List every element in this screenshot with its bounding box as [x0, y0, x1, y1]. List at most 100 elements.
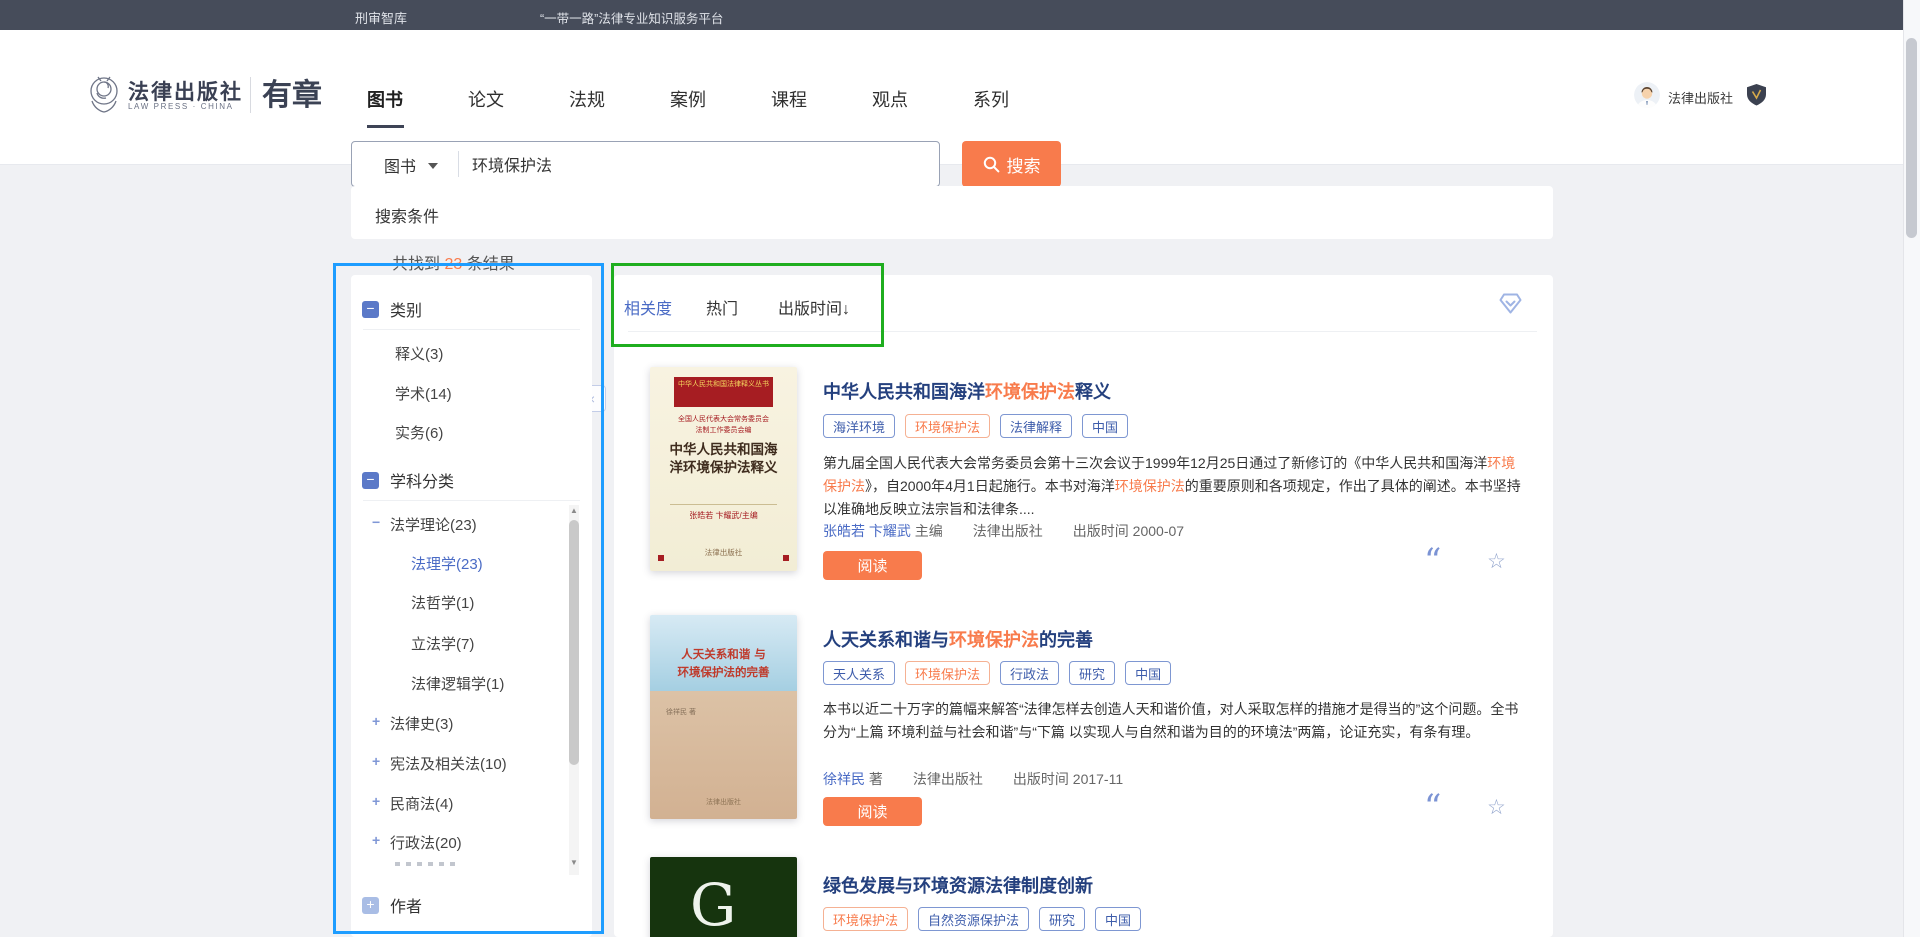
tag[interactable]: 研究	[1069, 661, 1115, 685]
tag[interactable]: 海洋环境	[823, 414, 895, 438]
cover-title: 人天关系和谐 与环境保护法的完善	[650, 645, 797, 682]
book-description: 第九届全国人民代表大会常务委员会第十三次会议于1999年12月25日通过了新修订…	[823, 452, 1525, 522]
author-link[interactable]: 卞耀武	[869, 523, 911, 539]
nav-tab-opinions[interactable]: 观点	[872, 86, 908, 112]
sort-tab-popular[interactable]: 热门	[706, 295, 738, 319]
chevron-down-icon	[428, 163, 438, 169]
book-title[interactable]: 人天关系和谐与环境保护法的完善	[823, 626, 1093, 652]
tree-node-xianfa[interactable]: +宪法及相关法(10)	[372, 753, 507, 774]
nav-active-underline	[367, 125, 404, 128]
tag[interactable]: 法律解释	[1000, 414, 1072, 438]
expand-icon[interactable]: +	[372, 793, 385, 814]
search-button[interactable]: 搜索	[962, 141, 1061, 187]
tag[interactable]: 中国	[1082, 414, 1128, 438]
tree-node-minshangfa[interactable]: +民商法(4)	[372, 793, 453, 814]
facet-item-shiwu[interactable]: 实务(6)	[395, 422, 443, 443]
tag-highlighted[interactable]: 环境保护法	[905, 661, 990, 685]
tree-node-faxuelilun[interactable]: −法学理论(23)	[372, 514, 477, 535]
book-title[interactable]: 中华人民共和国海洋环境保护法释义	[823, 378, 1111, 404]
facet-section-title: 学科分类	[390, 468, 454, 492]
nav-tab-papers[interactable]: 论文	[468, 86, 504, 112]
facet-tree-scrollbar-thumb[interactable]	[569, 520, 579, 765]
search-category-select[interactable]: 图书	[384, 153, 416, 177]
page: 刑审智库 “一带一路”法律专业知识服务平台 法律出版社 LAW PRESS · …	[0, 0, 1920, 937]
logo-divider	[250, 77, 251, 113]
user-avatar[interactable]	[1634, 82, 1660, 108]
facet-item-xueshu[interactable]: 学术(14)	[395, 383, 452, 404]
publisher: 法律出版社	[913, 771, 983, 787]
facet-section-subject[interactable]: − 学科分类	[362, 468, 454, 492]
favorite-star-icon[interactable]: ☆	[1487, 549, 1506, 574]
tag-highlighted[interactable]: 环境保护法	[823, 907, 908, 931]
results-count: 23	[444, 256, 462, 273]
collapse-icon[interactable]: −	[362, 301, 379, 318]
search-divider	[458, 151, 459, 177]
gem-filter-icon[interactable]	[1499, 293, 1522, 314]
collapse-icon[interactable]: −	[362, 472, 379, 489]
tree-node-falvshi[interactable]: +法律史(3)	[372, 713, 453, 734]
cover-series-banner: 中华人民共和国法律释义丛书	[674, 377, 773, 407]
page-scrollbar-thumb[interactable]	[1906, 38, 1917, 238]
divider	[363, 329, 580, 330]
logo-product-name: 有章	[262, 70, 322, 114]
user-name[interactable]: 法律出版社	[1668, 88, 1733, 107]
expand-icon[interactable]: +	[372, 713, 385, 734]
author-link[interactable]: 张皓若	[823, 523, 865, 539]
search-conditions-bar: 搜索条件 关键词：环境保护法 × 学科分类：法理学 × 清空 订阅	[351, 186, 1553, 239]
scroll-down-icon[interactable]: ▼	[570, 858, 578, 867]
nav-tab-regulations[interactable]: 法规	[569, 86, 605, 112]
nav-tab-courses[interactable]: 课程	[771, 86, 807, 112]
tree-node-falixue-selected[interactable]: 法理学(23)	[411, 553, 483, 574]
quote-icon[interactable]: “	[1424, 551, 1441, 571]
expand-icon[interactable]: +	[362, 897, 379, 914]
topbar-link-xingshen[interactable]: 刑审智库	[355, 8, 407, 27]
cover-letter: G	[690, 871, 736, 937]
book-cover[interactable]: 中华人民共和国法律释义丛书 全国人民代表大会常务委员会法制工作委员会编 中华人民…	[650, 367, 797, 571]
cover-series-editor: 全国人民代表大会常务委员会法制工作委员会编	[650, 415, 797, 436]
read-button[interactable]: 阅读	[823, 797, 922, 826]
tag[interactable]: 天人关系	[823, 661, 895, 685]
facet-section-category[interactable]: − 类别	[362, 297, 422, 321]
main-nav: 图书 论文 法规 案例 课程 观点 系列	[367, 86, 1009, 112]
tree-node-faluluojixue[interactable]: 法律逻辑学(1)	[411, 673, 504, 694]
scroll-up-icon[interactable]: ▲	[570, 506, 578, 515]
search-button-label: 搜索	[1007, 152, 1041, 177]
divider	[363, 500, 580, 501]
book-description: 本书以近二十万字的篇幅来解答“法律怎样去创造人天和谐价值，对人采取怎样的措施才是…	[823, 698, 1525, 770]
quote-icon[interactable]: “	[1424, 797, 1441, 817]
tag[interactable]: 中国	[1095, 907, 1141, 931]
results-summary: 共找到 23 条结果	[392, 250, 515, 274]
tag[interactable]: 中国	[1125, 661, 1171, 685]
favorite-star-icon[interactable]: ☆	[1487, 795, 1506, 820]
facet-section-title: 类别	[390, 297, 422, 321]
tag-highlighted[interactable]: 环境保护法	[905, 414, 990, 438]
tag[interactable]: 自然资源保护法	[918, 907, 1029, 931]
sort-tab-relevance[interactable]: 相关度	[624, 295, 672, 319]
expand-icon[interactable]: +	[372, 753, 385, 774]
topbar-link-belt-road[interactable]: “一带一路”法律专业知识服务平台	[540, 8, 723, 27]
expand-icon[interactable]: +	[372, 832, 385, 853]
search-icon	[983, 156, 1000, 173]
tag[interactable]: 研究	[1039, 907, 1085, 931]
publisher: 法律出版社	[973, 523, 1043, 539]
nav-tab-series[interactable]: 系列	[973, 86, 1009, 112]
facet-item-shiyi[interactable]: 释义(3)	[395, 343, 443, 364]
tree-node-lifaxue[interactable]: 立法学(7)	[411, 633, 474, 654]
book-meta: 徐祥民 著法律出版社出版时间 2017-11	[823, 769, 1123, 789]
tag[interactable]: 行政法	[1000, 661, 1059, 685]
facet-section-author[interactable]: + 作者	[362, 893, 422, 917]
pub-date: 2017-11	[1073, 771, 1123, 787]
nav-tab-books[interactable]: 图书	[367, 86, 403, 112]
author-link[interactable]: 徐祥民	[823, 771, 865, 787]
read-button[interactable]: 阅读	[823, 551, 922, 580]
search-input[interactable]	[472, 143, 922, 185]
tree-node-xingzhengfa[interactable]: +行政法(20)	[372, 832, 462, 853]
book-meta: 张皓若 卞耀武 主编法律出版社出版时间 2000-07	[823, 521, 1184, 541]
book-title[interactable]: 绿色发展与环境资源法律制度创新	[823, 872, 1093, 898]
collapse-icon[interactable]: −	[372, 514, 385, 535]
sort-tab-pubdate[interactable]: 出版时间↓	[778, 295, 850, 319]
book-cover[interactable]: G	[650, 857, 797, 937]
nav-tab-cases[interactable]: 案例	[670, 86, 706, 112]
tree-node-fazhexue[interactable]: 法哲学(1)	[411, 592, 474, 613]
book-cover[interactable]: 人天关系和谐 与环境保护法的完善 徐祥民 著 法律出版社	[650, 615, 797, 819]
